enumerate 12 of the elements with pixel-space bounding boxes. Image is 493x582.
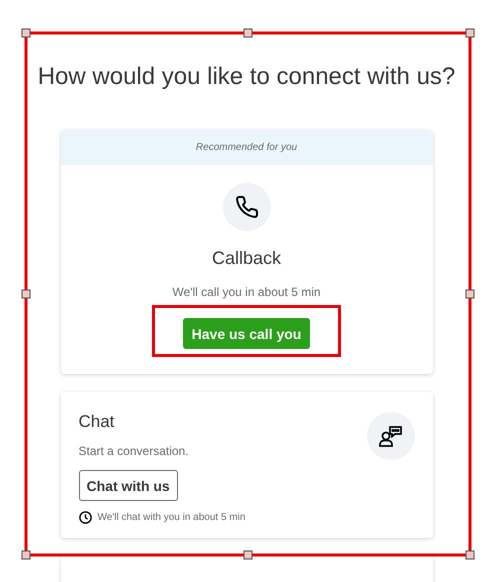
option-description: We'll call you in about 5 min [172, 285, 321, 299]
person-chat-icon [378, 425, 402, 447]
option-description: Start a conversation. [78, 444, 189, 458]
option-title: Callback [212, 248, 282, 269]
phone-icon [234, 195, 258, 219]
clock-icon [78, 511, 92, 524]
option-title: Chat [78, 412, 114, 432]
wait-note: We'll chat with you in about 5 min [98, 512, 246, 523]
page-title: How would you like to connect with us? [36, 62, 456, 92]
chat-button[interactable]: Chat with us [78, 470, 178, 501]
recommended-banner: Recommended for you [60, 130, 432, 165]
selection-frame[interactable] [22, 28, 474, 560]
